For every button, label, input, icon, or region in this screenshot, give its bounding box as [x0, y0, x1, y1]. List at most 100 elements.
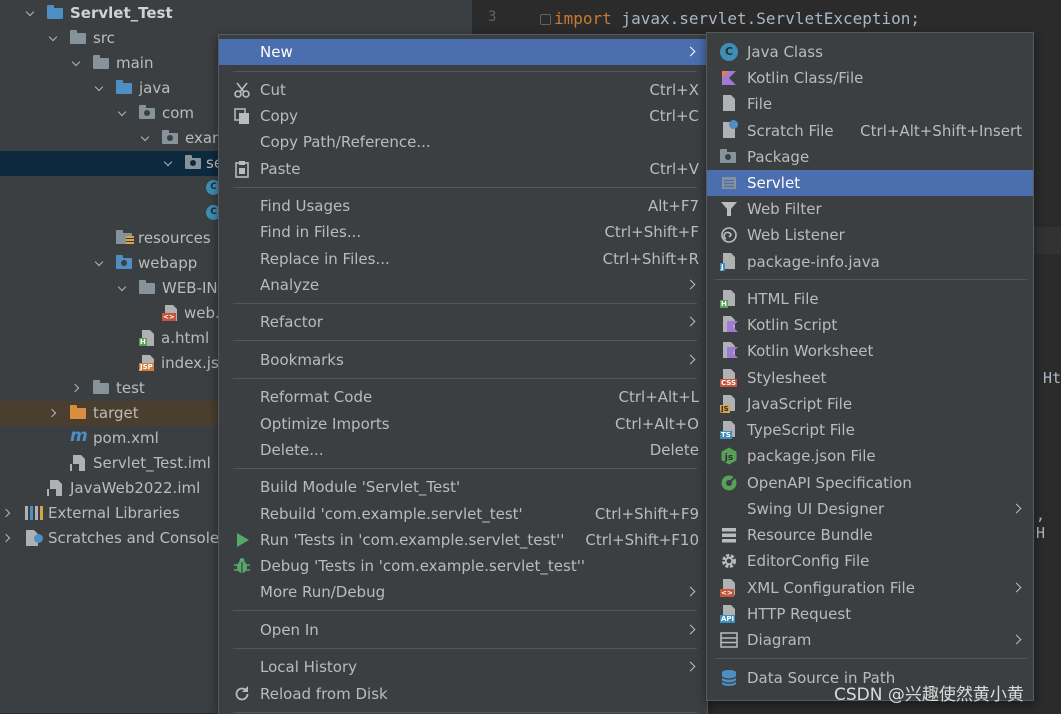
tree-node-servlet-test[interactable]: Servlet_Test [0, 1, 472, 26]
menu-item-shortcut: Ctrl+Shift+F9 [594, 505, 699, 523]
menu-item-debug-tests[interactable]: Debug 'Tests in 'com.example.servlet_tes… [219, 553, 707, 579]
submenu-item-package-json[interactable]: js package.json File [707, 443, 1033, 469]
menu-item-label: JavaScript File [747, 395, 853, 413]
menu-item-copy-path[interactable]: Copy Path/Reference... [219, 129, 707, 155]
submenu-item-html-file[interactable]: H HTML File [707, 286, 1033, 312]
kotlin-icon [720, 69, 738, 87]
line-number: 3 [488, 9, 497, 25]
menu-item-label: Run 'Tests in 'com.example.servlet_test'… [260, 531, 565, 549]
chevron-down-icon[interactable] [162, 156, 176, 170]
menu-separator [233, 187, 697, 188]
tree-label: Servlet_Test [70, 4, 173, 22]
menu-item-label: Analyze [260, 276, 320, 294]
menu-item-refactor[interactable]: Refactor [219, 309, 707, 335]
code-fragment: Ht [1043, 369, 1061, 387]
submenu-item-swing-ui-designer[interactable]: Swing UI Designer [707, 496, 1033, 522]
chevron-down-icon[interactable] [47, 31, 61, 45]
chevron-right-icon[interactable] [70, 381, 84, 395]
submenu-item-stylesheet[interactable]: CSS Stylesheet [707, 365, 1033, 391]
iml-file-icon [47, 480, 65, 496]
menu-item-shortcut: Ctrl+Alt+L [618, 388, 700, 406]
chevron-down-icon[interactable] [93, 256, 107, 270]
menu-item-label: Servlet [747, 174, 801, 192]
chevron-down-icon[interactable] [116, 106, 130, 120]
menu-item-analyze[interactable]: Analyze [219, 272, 707, 298]
submenu-item-resource-bundle[interactable]: Resource Bundle [707, 522, 1033, 548]
chevron-right-icon[interactable] [1, 506, 15, 520]
chevron-right-icon[interactable] [47, 406, 61, 420]
menu-separator [233, 468, 697, 469]
chevron-down-icon[interactable] [24, 6, 38, 20]
submenu-item-openapi[interactable]: OpenAPI Specification [707, 470, 1033, 496]
menu-item-label: Optimize Imports [260, 415, 390, 433]
menu-item-delete[interactable]: Delete... Delete [219, 437, 707, 463]
api-icon: API [720, 605, 738, 623]
menu-item-cut[interactable]: Cut Ctrl+X [219, 77, 707, 103]
submenu-item-kotlin-class[interactable]: Kotlin Class/File [707, 65, 1033, 91]
chevron-down-icon[interactable] [139, 131, 153, 145]
chevron-down-icon[interactable] [93, 81, 107, 95]
menu-item-local-history[interactable]: Local History [219, 654, 707, 680]
tree-label: Scratches and Consoles [48, 529, 227, 547]
package-icon [162, 130, 180, 146]
html-icon: H [720, 290, 738, 308]
menu-item-reload-from-disk[interactable]: Reload from Disk [219, 681, 707, 707]
menu-item-label: Debug 'Tests in 'com.example.servlet_tes… [260, 557, 585, 575]
submenu-item-kotlin-worksheet[interactable]: Kotlin Worksheet [707, 338, 1033, 364]
submenu-item-package[interactable]: Package [707, 144, 1033, 170]
scratches-icon [25, 530, 43, 546]
menu-item-rebuild[interactable]: Rebuild 'com.example.servlet_test' Ctrl+… [219, 501, 707, 527]
menu-item-optimize-imports[interactable]: Optimize Imports Ctrl+Alt+O [219, 411, 707, 437]
menu-item-replace-in-files[interactable]: Replace in Files... Ctrl+Shift+R [219, 246, 707, 272]
excluded-folder-icon [70, 405, 88, 421]
iml-file-icon [70, 455, 88, 471]
submenu-item-http-request[interactable]: API HTTP Request [707, 601, 1033, 627]
tree-label: JavaWeb2022.iml [70, 479, 201, 497]
ts-icon: TS [720, 421, 738, 439]
tree-label: External Libraries [48, 504, 180, 522]
menu-item-copy[interactable]: Copy Ctrl+C [219, 103, 707, 129]
menu-item-find-in-files[interactable]: Find in Files... Ctrl+Shift+F [219, 219, 707, 245]
submenu-item-kotlin-script[interactable]: Kotlin Script [707, 312, 1033, 338]
menu-item-build-module[interactable]: Build Module 'Servlet_Test' [219, 474, 707, 500]
css-icon: CSS [720, 369, 738, 387]
submenu-item-diagram[interactable]: Diagram [707, 627, 1033, 653]
submenu-item-package-info[interactable]: J package-info.java [707, 249, 1033, 275]
menu-item-find-usages[interactable]: Find Usages Alt+F7 [219, 193, 707, 219]
xml-icon: <> [720, 579, 738, 597]
menu-item-reformat-code[interactable]: Reformat Code Ctrl+Alt+L [219, 384, 707, 410]
submenu-item-java-class[interactable]: C Java Class [707, 39, 1033, 65]
menu-item-more-run-debug[interactable]: More Run/Debug [219, 579, 707, 605]
submenu-item-web-listener[interactable]: Web Listener [707, 222, 1033, 248]
submenu-item-xml-config[interactable]: <> XML Configuration File [707, 575, 1033, 601]
nodejs-icon: js [720, 447, 738, 465]
chevron-down-icon[interactable] [116, 281, 130, 295]
menu-item-paste[interactable]: Paste Ctrl+V [219, 156, 707, 182]
caret-line-highlight [1034, 227, 1061, 254]
submenu-item-scratch-file[interactable]: Scratch File Ctrl+Alt+Shift+Insert [707, 118, 1033, 144]
tree-label: src [93, 29, 115, 47]
menu-item-new[interactable]: New [219, 39, 707, 65]
menu-item-open-in[interactable]: Open In [219, 617, 707, 643]
submenu-item-file[interactable]: File [707, 91, 1033, 117]
menu-separator [715, 279, 1027, 280]
tree-label: a.html [161, 329, 210, 347]
menu-item-label: package.json File [747, 447, 876, 465]
menu-item-label: Rebuild 'com.example.servlet_test' [260, 505, 523, 523]
menu-item-label: Reformat Code [260, 388, 373, 406]
menu-item-bookmarks[interactable]: Bookmarks [219, 347, 707, 373]
menu-item-label: Local History [260, 658, 358, 676]
submenu-item-editorconfig[interactable]: EditorConfig File [707, 548, 1033, 574]
menu-item-label: Copy [260, 107, 299, 125]
tree-label: test [116, 379, 145, 397]
submenu-item-servlet[interactable]: Servlet [707, 170, 1033, 196]
submenu-item-javascript-file[interactable]: JS JavaScript File [707, 391, 1033, 417]
chevron-down-icon[interactable] [70, 56, 84, 70]
submenu-item-web-filter[interactable]: Web Filter [707, 196, 1033, 222]
menu-item-label: package-info.java [747, 253, 880, 271]
menu-item-run-tests[interactable]: Run 'Tests in 'com.example.servlet_test'… [219, 527, 707, 553]
submenu-item-typescript-file[interactable]: TS TypeScript File [707, 417, 1033, 443]
fold-icon[interactable] [540, 14, 551, 25]
chevron-right-icon[interactable] [1, 531, 15, 545]
resource-bundle-icon [720, 526, 738, 544]
